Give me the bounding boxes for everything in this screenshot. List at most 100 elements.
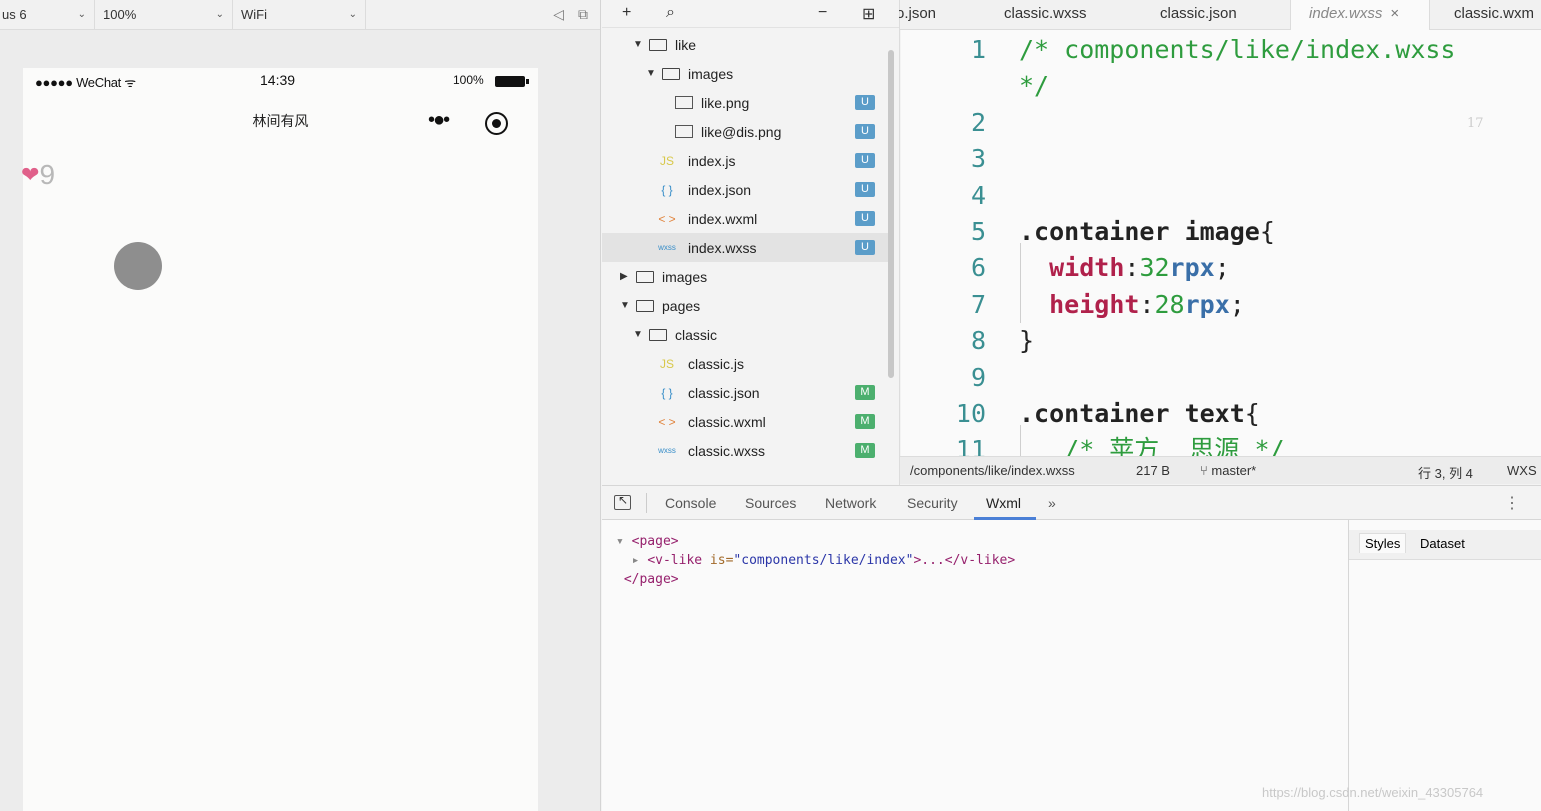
code-token: .container image xyxy=(1019,217,1260,246)
battery-percent: 100% xyxy=(453,73,484,87)
tree-item-label: like xyxy=(675,36,697,53)
folder-icon xyxy=(649,39,667,51)
zoom-select-value: 100% xyxy=(103,7,137,22)
dom-node-v-like[interactable]: ▸ <v-like is="components/like/index">...… xyxy=(616,551,1016,570)
line-number: 6 xyxy=(970,253,986,283)
code-token: : xyxy=(1124,253,1140,283)
tab-classic-wxm[interactable]: classic.wxm xyxy=(1454,0,1541,30)
tree-item-index-wxss[interactable]: wxss index.wxss U xyxy=(602,233,892,262)
tab-network[interactable]: Network xyxy=(825,495,876,511)
tree-item-index-js[interactable]: JS index.js U xyxy=(602,146,892,175)
tab-index-wxss[interactable]: index.wxss × xyxy=(1290,0,1430,30)
tree-item-pages[interactable]: ▼ pages xyxy=(602,291,892,320)
page-title: 林间有风 xyxy=(252,113,309,129)
tree-item-label: index.js xyxy=(688,152,736,169)
device-select[interactable]: us 6 ⌄ xyxy=(0,0,95,30)
folder-icon xyxy=(636,300,654,312)
tree-item-label: classic xyxy=(675,326,718,343)
language-mode[interactable]: WXS xyxy=(1507,463,1537,478)
git-status-badge: U xyxy=(855,240,875,255)
tab-wxml[interactable]: Wxml xyxy=(986,495,1021,511)
chevron-down-icon[interactable]: ▼ xyxy=(633,39,643,50)
json-file-icon: { } xyxy=(661,385,673,400)
wxml-tree: ▾ <page> ▸ <v-like is="components/like/i… xyxy=(616,532,1015,589)
kebab-menu-icon[interactable]: ⋮ xyxy=(1504,493,1520,513)
tree-item-classic-json[interactable]: { } classic.json M xyxy=(602,378,892,407)
styles-tabs: Styles Dataset xyxy=(1349,530,1541,560)
line-number: 5 xyxy=(970,217,986,246)
code-line: 10 .container text{ xyxy=(901,396,1541,432)
tab-sources[interactable]: Sources xyxy=(745,495,796,511)
chevron-down-icon: ⌄ xyxy=(348,9,357,20)
tab-classic-json[interactable]: classic.json xyxy=(1160,0,1270,30)
device-select-value: us 6 xyxy=(2,7,27,22)
collapse-icon[interactable]: − xyxy=(818,4,827,22)
more-tabs-icon[interactable]: » xyxy=(1048,495,1056,511)
tab-dataset[interactable]: Dataset xyxy=(1420,536,1465,551)
code-line: 8} xyxy=(901,323,1541,359)
carrier-label: ●●●●● WeChat ᯤ xyxy=(35,75,136,90)
line-number: 3 xyxy=(970,144,986,174)
battery-icon xyxy=(495,76,529,87)
file-size: 217 B xyxy=(1136,463,1170,478)
tab-classic-wxss[interactable]: classic.wxss xyxy=(1004,0,1114,30)
tree-item-index-wxml[interactable]: < > index.wxml U xyxy=(602,204,892,233)
line-number: 9 xyxy=(970,362,986,392)
tab-security[interactable]: Security xyxy=(907,495,958,511)
tab-console[interactable]: Console xyxy=(665,495,716,511)
folder-icon xyxy=(636,271,654,283)
git-branch[interactable]: ⑂ master* xyxy=(1200,463,1256,478)
chevron-down-icon[interactable]: ▼ xyxy=(620,300,630,311)
code-editor[interactable]: 1 /* components/like/index.wxss */ 2 3 4 5 .con… xyxy=(901,30,1541,456)
tree-item-images[interactable]: ▼ images xyxy=(602,59,892,88)
chevron-down-icon[interactable]: ▼ xyxy=(646,68,656,79)
like-component[interactable]: ❤ 9 xyxy=(21,160,55,190)
chevron-down-icon: ⌄ xyxy=(215,9,224,20)
chevron-down-icon[interactable]: ▼ xyxy=(633,329,643,340)
volume-icon[interactable]: ◁ xyxy=(553,6,564,23)
tree-item-like-dis-png[interactable]: like@dis.png U xyxy=(602,117,892,146)
phone-nav-bar: 林间有风 •●• xyxy=(23,94,538,144)
explorer-scrollbar[interactable] xyxy=(888,50,894,378)
line-number: 8 xyxy=(970,326,986,356)
chevron-down-icon: ⌄ xyxy=(77,9,86,20)
code-text: */ xyxy=(1019,68,1049,104)
simulator-toolbar: us 6 ⌄ 100% ⌄ WiFi ⌄ ◁ ⧉ xyxy=(0,0,600,30)
image-file-icon xyxy=(675,96,693,109)
code-text: .container text{ xyxy=(1019,396,1260,432)
tree-item-classic-wxss[interactable]: wxss classic.wxss M xyxy=(602,436,892,465)
code-line: 4 xyxy=(901,178,1541,214)
split-icon[interactable]: ⊞ xyxy=(862,4,875,24)
search-icon[interactable]: ⌕ xyxy=(666,4,675,22)
tree-item-label: like@dis.png xyxy=(701,123,782,140)
tree-item-images[interactable]: ▶ images xyxy=(602,262,892,291)
window-icon[interactable]: ⧉ xyxy=(578,6,588,23)
js-file-icon: JS xyxy=(659,153,674,168)
close-capsule-icon[interactable] xyxy=(485,112,508,135)
chevron-right-icon[interactable]: ▶ xyxy=(620,271,628,282)
tree-item-classic-wxml[interactable]: < > classic.wxml M xyxy=(602,407,892,436)
tab-o-json[interactable]: o.json xyxy=(896,0,986,30)
tab-styles[interactable]: Styles xyxy=(1359,533,1407,553)
tree-item-like-png[interactable]: like.png U xyxy=(602,88,892,117)
add-icon[interactable]: + xyxy=(622,4,631,22)
tree-item-index-json[interactable]: { } index.json U xyxy=(602,175,892,204)
tree-item-label: like.png xyxy=(701,94,750,111)
editor-tab-bar: o.json classic.wxss classic.json index.wxss… xyxy=(896,0,1541,30)
dom-node-page-close[interactable]: </page> xyxy=(616,570,1015,589)
inspect-element-icon[interactable] xyxy=(614,493,631,510)
code-text: } xyxy=(1019,323,1034,359)
code-line: 6 width:32rpx; xyxy=(901,250,1541,286)
tree-item-label: index.wxss xyxy=(688,239,757,256)
tree-item-like[interactable]: ▼ like xyxy=(602,30,892,59)
network-select[interactable]: WiFi ⌄ xyxy=(233,0,366,30)
tree-item-classic-js[interactable]: JS classic.js xyxy=(602,349,892,378)
tree-item-classic[interactable]: ▼ classic xyxy=(602,320,892,349)
more-icon[interactable]: •●• xyxy=(428,110,450,130)
code-line: 5 .container image{ xyxy=(901,214,1541,250)
dom-node-page[interactable]: ▾ <page> xyxy=(616,532,1015,551)
tag-v-like: <v-like xyxy=(647,553,703,568)
close-icon[interactable]: × xyxy=(1390,5,1399,22)
cursor-position[interactable]: 行 3, 列 4 xyxy=(1418,463,1473,482)
zoom-select[interactable]: 100% ⌄ xyxy=(95,0,233,30)
